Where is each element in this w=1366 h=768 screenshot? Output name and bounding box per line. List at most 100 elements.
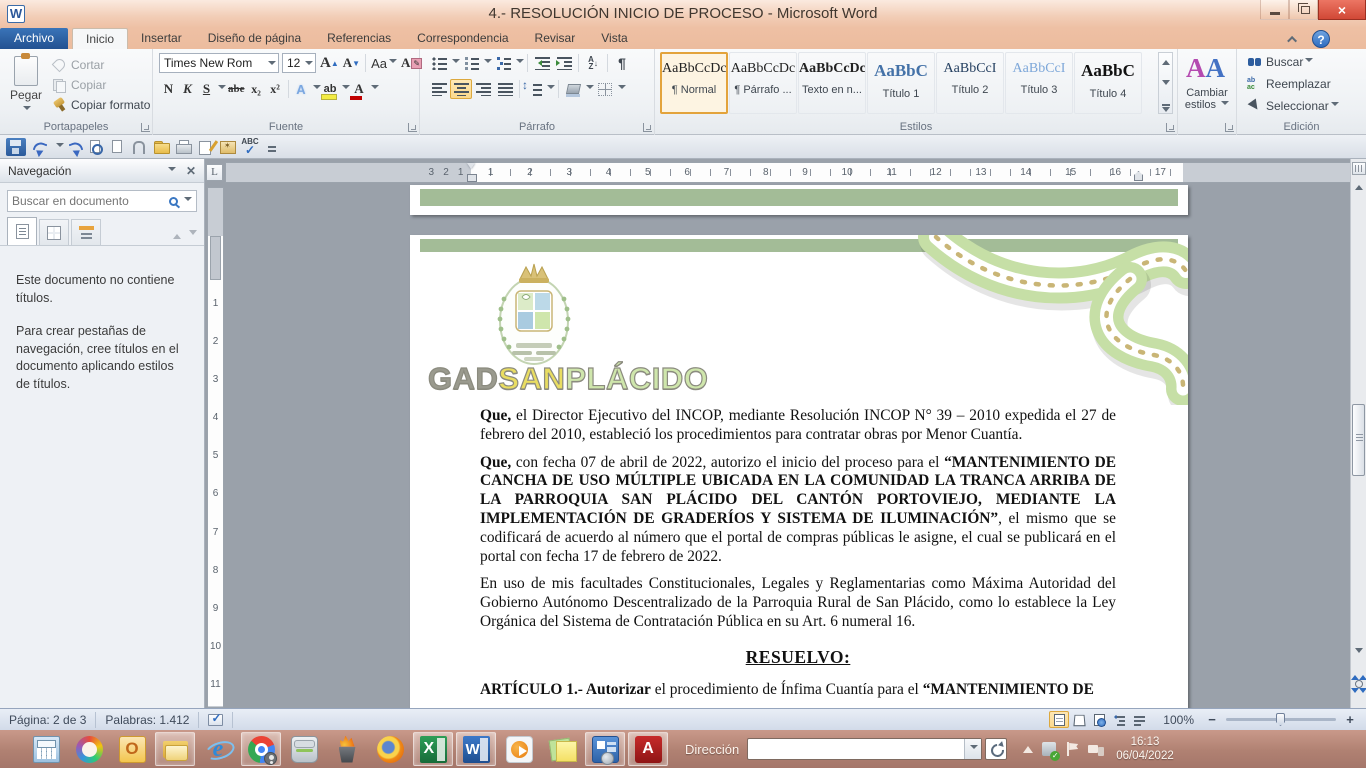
multilevel-list-button[interactable]: [492, 53, 514, 73]
borders-button[interactable]: [594, 79, 616, 99]
taskbar-word-button[interactable]: [456, 732, 496, 766]
vertical-ruler[interactable]: 1234567891011: [207, 187, 224, 708]
taskbar-clock[interactable]: 16:13 06/04/2022: [1116, 735, 1174, 763]
tab-correspondencia[interactable]: Correspondencia: [404, 28, 521, 49]
taskbar-paint-button[interactable]: [69, 732, 109, 766]
preview-icon[interactable]: [86, 138, 106, 156]
styles-gallery-scroll[interactable]: [1158, 52, 1173, 114]
align-center-button[interactable]: [450, 79, 472, 99]
shrink-font-button[interactable]: A▼: [341, 53, 362, 73]
superscript-button[interactable]: x²: [266, 79, 285, 99]
collapse-ribbon-button[interactable]: [1282, 32, 1304, 47]
taskbar-cpanel-button[interactable]: [585, 732, 625, 766]
refresh-button[interactable]: [985, 738, 1007, 760]
tab-inicio[interactable]: Inicio: [72, 28, 128, 49]
zoom-level[interactable]: 100%: [1163, 713, 1194, 727]
change-case-button[interactable]: Aa: [369, 53, 399, 73]
address-input[interactable]: [747, 738, 982, 760]
paragraph-dialog-launcher[interactable]: [643, 123, 652, 132]
browse-results-tab[interactable]: [71, 219, 101, 245]
tab-archivo[interactable]: Archivo: [0, 28, 68, 49]
print-icon[interactable]: [174, 138, 194, 156]
font-family-combobox[interactable]: Times New Rom: [159, 53, 279, 73]
address-dropdown[interactable]: [964, 739, 981, 759]
text-effects-button[interactable]: A: [292, 79, 311, 99]
redo-icon[interactable]: [64, 138, 84, 156]
style--párrafo-[interactable]: AaBbCcDc¶ Párrafo ...: [729, 52, 797, 114]
justify-button[interactable]: [494, 79, 516, 99]
more-icon[interactable]: [262, 138, 282, 156]
attach-icon[interactable]: [130, 138, 150, 156]
zoom-in-button[interactable]: +: [1342, 712, 1358, 728]
taskbar-burn-button[interactable]: [327, 732, 367, 766]
align-right-button[interactable]: [472, 79, 494, 99]
taskbar-excel-button[interactable]: [413, 732, 453, 766]
style-título-3[interactable]: AaBbCcITítulo 3: [1005, 52, 1073, 114]
tab-insertar[interactable]: Insertar: [128, 28, 195, 49]
tab-vista[interactable]: Vista: [588, 28, 640, 49]
highlight-color-button[interactable]: ab: [321, 79, 340, 99]
pane-options-icon[interactable]: [168, 167, 176, 175]
shading-button[interactable]: [562, 79, 584, 99]
indent-marker-left[interactable]: [467, 163, 476, 182]
change-styles-dialog-launcher[interactable]: [1225, 123, 1234, 132]
style-texto-en-n-[interactable]: AaBbCcDcTexto en n...: [798, 52, 866, 114]
increase-indent-button[interactable]: [553, 53, 575, 73]
tab-diseño-de-página[interactable]: Diseño de página: [195, 28, 314, 49]
word-count[interactable]: Palabras: 1.412: [96, 712, 199, 728]
grow-font-button[interactable]: A▲: [318, 53, 341, 73]
clipboard-dialog-launcher[interactable]: [141, 123, 150, 132]
decrease-indent-button[interactable]: [531, 53, 553, 73]
full-screen-reading-view-button[interactable]: [1069, 711, 1089, 728]
zoom-slider-thumb[interactable]: [1276, 713, 1285, 726]
style--normal[interactable]: AaBbCcDc¶ Normal: [660, 52, 728, 114]
usb-device-icon[interactable]: [1042, 742, 1056, 756]
bold-button[interactable]: N: [159, 79, 178, 99]
outline-view-button[interactable]: [1109, 711, 1129, 728]
taskbar-chrome-button[interactable]: [241, 732, 281, 766]
taskbar-ie-button[interactable]: e: [198, 732, 238, 766]
tab-referencias[interactable]: Referencias: [314, 28, 404, 49]
font-color-button[interactable]: A: [350, 79, 369, 99]
align-left-button[interactable]: [428, 79, 450, 99]
italic-button[interactable]: K: [178, 79, 197, 99]
save-icon[interactable]: [6, 138, 26, 156]
taskbar-explorer-button[interactable]: [155, 732, 195, 766]
edit-icon[interactable]: [196, 138, 216, 156]
open-icon[interactable]: [152, 138, 172, 156]
show-paragraph-marks-button[interactable]: ¶: [611, 53, 633, 73]
tab-revisar[interactable]: Revisar: [522, 28, 589, 49]
font-size-combobox[interactable]: 12: [282, 53, 316, 73]
zoom-out-button[interactable]: −: [1204, 712, 1220, 728]
numbering-button[interactable]: [460, 53, 482, 73]
taskbar-firefox-button[interactable]: [370, 732, 410, 766]
horizontal-ruler[interactable]: 321 1234567891011121314151617: [225, 162, 1350, 183]
draft-view-button[interactable]: [1129, 711, 1149, 728]
close-button[interactable]: ×: [1318, 0, 1366, 20]
document-text[interactable]: Que, el Director Ejecutivo del INCOP, me…: [480, 407, 1116, 708]
taskbar-acrobat-button[interactable]: A: [628, 732, 668, 766]
tab-selector-button[interactable]: L: [206, 164, 223, 181]
styles-dialog-launcher[interactable]: [1166, 123, 1175, 132]
newdoc-icon[interactable]: [108, 138, 128, 156]
replace-button[interactable]: abacReemplazar: [1247, 74, 1331, 94]
minimize-button[interactable]: [1260, 0, 1289, 20]
scrollbar-thumb[interactable]: [1352, 404, 1365, 476]
format-painter-button[interactable]: Copiar formato: [52, 95, 150, 115]
style-título-1[interactable]: AaBbCTítulo 1: [867, 52, 935, 114]
next-page-button[interactable]: [1351, 692, 1366, 708]
copy-button[interactable]: Copiar: [52, 75, 150, 95]
web-layout-view-button[interactable]: [1089, 711, 1109, 728]
style-título-2[interactable]: AaBbCcITítulo 2: [936, 52, 1004, 114]
document-area[interactable]: L 321 1234567891011121314151617 12345678…: [205, 159, 1350, 708]
spelling-status[interactable]: [199, 712, 233, 728]
help-button[interactable]: ?: [1312, 30, 1330, 48]
font-dialog-launcher[interactable]: [408, 123, 417, 132]
show-hidden-icons-button[interactable]: [1023, 741, 1033, 753]
taskbar-calculator-button[interactable]: [26, 732, 66, 766]
action-center-flag-icon[interactable]: [1065, 742, 1079, 756]
zoom-slider[interactable]: [1226, 718, 1336, 721]
taskbar-notes-button[interactable]: [542, 732, 582, 766]
browse-pages-tab[interactable]: [39, 219, 69, 245]
underline-button[interactable]: S: [197, 79, 216, 99]
